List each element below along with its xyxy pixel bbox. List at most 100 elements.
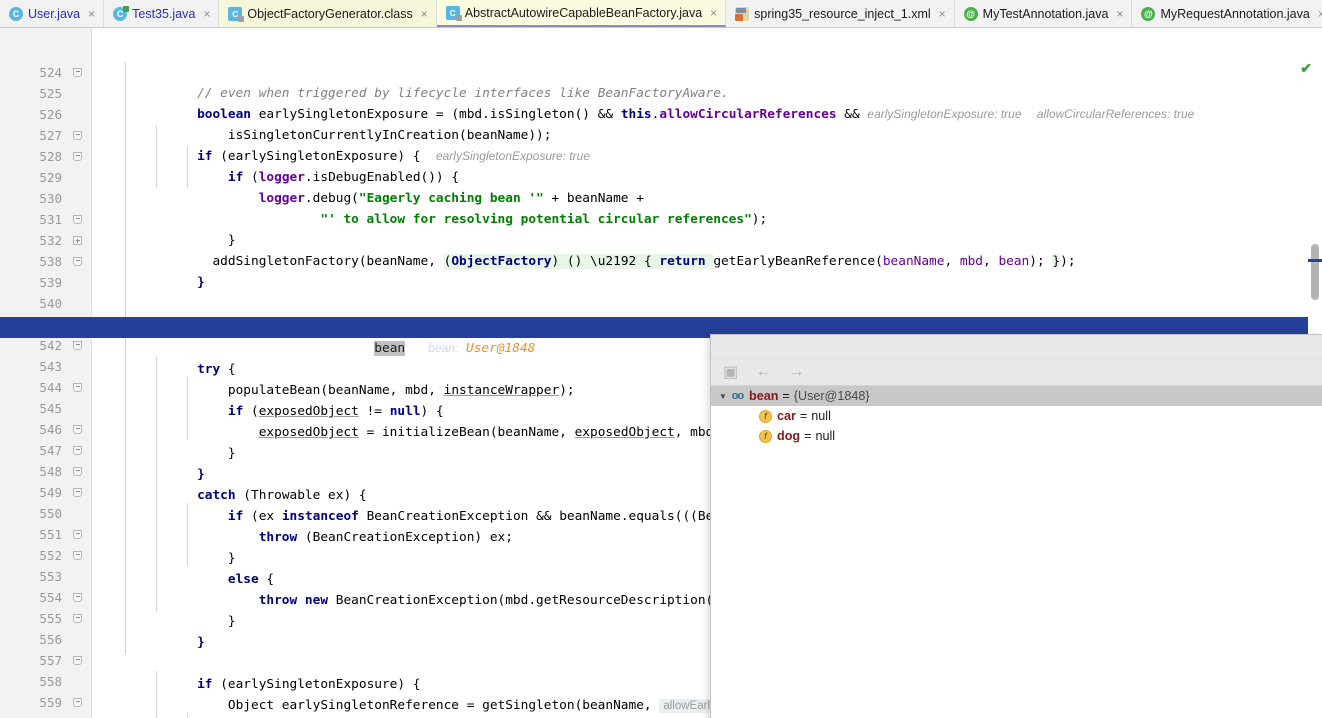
fold-marker-arrow[interactable] — [72, 214, 83, 225]
debug-equals-sign: = — [804, 429, 812, 443]
editor-tab-4[interactable]: spring35_resource_inject_1.xml × — [726, 0, 955, 27]
fold-marker-arrow[interactable] — [72, 613, 83, 624]
code-line: } — [227, 551, 236, 566]
editor-tab-0[interactable]: C User.java × — [0, 0, 105, 27]
code-line: else { — [227, 572, 275, 587]
debug-popup-toolbar[interactable]: ▣ ← → — [711, 359, 1322, 386]
fold-marker-arrow[interactable] — [72, 67, 83, 78]
code-keyword: } — [197, 275, 205, 290]
code-line-current: Object exposedObject = bean; bean: User@… — [197, 341, 536, 356]
editor-tab-3[interactable]: C AbstractAutowireCapableBeanFactory.java… — [436, 0, 727, 27]
code-line: populateBean(beanName, mbd, instanceWrap… — [227, 383, 575, 398]
editor-tab-1[interactable]: C Test35.java × — [104, 0, 220, 27]
fold-box — [73, 68, 82, 77]
editor-tab-5[interactable]: @ MyTestAnnotation.java × — [955, 0, 1133, 27]
fold-box — [73, 236, 82, 245]
fold-box — [73, 446, 82, 455]
fold-marker-arrow[interactable] — [72, 487, 83, 498]
code-line: exposedObject = initializeBean(beanName,… — [258, 425, 729, 440]
java-class-icon: C — [113, 5, 130, 21]
editor-tab-6[interactable]: @ MyRequestAnnotation.java × — [1132, 0, 1322, 27]
fold-marker-arrow[interactable] — [72, 592, 83, 603]
debug-variable-value: null — [811, 409, 831, 423]
debug-variable-name: dog — [777, 429, 801, 443]
back-arrow-icon[interactable]: ← — [755, 363, 772, 381]
java-classfile-icon: C — [228, 6, 245, 22]
line-number: 540 — [39, 296, 62, 311]
tab-close-icon[interactable]: × — [1116, 7, 1123, 21]
debug-variable-row[interactable]: f car = null — [711, 406, 1322, 426]
tab-label: spring35_resource_inject_1.xml — [754, 6, 931, 21]
code-line: if (earlySingletonExposure) { earlySingl… — [197, 149, 591, 164]
expander-triangle-icon[interactable]: ▼ — [719, 392, 730, 401]
lambda-highlight: (ObjectFactory) () \u2192 { — [443, 254, 660, 269]
debug-value-popup[interactable]: ▣ ← → ▼ oo bean = {User@1848} f car = null f dog = nul… — [710, 334, 1322, 718]
code-line: if (logger.isDebugEnabled()) { — [227, 170, 460, 185]
inlay-hint-value: User@1848 — [466, 341, 536, 356]
scrollbar-thumb[interactable] — [1311, 244, 1319, 300]
line-number: 529 — [39, 170, 62, 185]
fold-box — [73, 551, 82, 560]
inlay-hint-label: bean: — [428, 341, 459, 355]
code-local-var: exposedObject — [258, 425, 359, 440]
inlay-hint: earlySingletonExposure: true — [435, 149, 591, 163]
code-line: throw (BeanCreationException) ex; — [258, 530, 513, 545]
debug-variables-tree[interactable]: ▼ oo bean = {User@1848} f car = null f dog = null — [711, 386, 1322, 446]
code-editor[interactable]: 524 525 526 527 528 529 530 531 532 538 539 540 542 5… — [0, 28, 1322, 718]
fold-marker-arrow[interactable] — [72, 550, 83, 561]
fold-marker-arrow[interactable] — [72, 655, 83, 666]
code-local-var: instanceWrapper — [443, 383, 560, 398]
fold-marker-plus[interactable] — [72, 235, 83, 246]
debug-variable-name: bean — [749, 389, 779, 403]
editor-tab-2[interactable]: C ObjectFactoryGenerator.class × — [219, 0, 437, 27]
code-line: if (exposedObject != null) { — [227, 404, 444, 419]
forward-arrow-icon[interactable]: → — [788, 363, 805, 381]
editor-gutter[interactable]: 524 525 526 527 528 529 530 531 532 538 539 540 542 5… — [0, 28, 92, 718]
fold-box — [73, 425, 82, 434]
java-classfile-icon: C — [445, 5, 462, 21]
code-line: addSingletonFactory(beanName, (ObjectFac… — [212, 254, 1076, 269]
fold-marker-arrow[interactable] — [72, 151, 83, 162]
tab-close-icon[interactable]: × — [203, 7, 210, 21]
code-line: "' to allow for resolving potential circ… — [320, 212, 768, 227]
inspection-ok-check-icon[interactable]: ✔ — [1300, 60, 1312, 77]
fold-marker-arrow[interactable] — [72, 697, 83, 708]
tab-close-icon[interactable]: × — [710, 6, 717, 20]
code-line: } — [227, 614, 236, 629]
fold-marker-arrow[interactable] — [72, 424, 83, 435]
inlay-hint: earlySingletonExposure: true — [867, 107, 1022, 121]
fold-marker-arrow[interactable] — [72, 466, 83, 477]
field-icon: f — [758, 429, 773, 444]
code-line: } — [120, 251, 205, 290]
fold-marker-arrow[interactable] — [72, 130, 83, 141]
line-number: 539 — [39, 275, 62, 290]
line-number: 526 — [39, 107, 62, 122]
debug-variable-row[interactable]: f dog = null — [711, 426, 1322, 446]
fold-box — [73, 656, 82, 665]
set-value-icon[interactable]: ▣ — [722, 364, 739, 381]
fold-marker-arrow[interactable] — [72, 529, 83, 540]
debug-equals-sign: = — [782, 389, 790, 403]
tab-label: Test35.java — [132, 6, 196, 21]
object-badge: oo — [731, 390, 744, 402]
fold-marker-arrow[interactable] — [72, 382, 83, 393]
tab-close-icon[interactable]: × — [939, 7, 946, 21]
editor-tab-bar[interactable]: C User.java × C Test35.java × C ObjectFactoryGe… — [0, 0, 1322, 28]
fold-box — [73, 131, 82, 140]
fold-marker-arrow[interactable] — [72, 445, 83, 456]
tab-close-icon[interactable]: × — [1318, 7, 1322, 21]
line-number: 558 — [39, 674, 62, 689]
tab-close-icon[interactable]: × — [88, 7, 95, 21]
tab-label: MyTestAnnotation.java — [982, 6, 1109, 21]
fold-marker-arrow[interactable] — [72, 256, 83, 267]
fold-marker-arrow[interactable] — [72, 340, 83, 351]
fold-box — [73, 488, 82, 497]
debug-variable-row[interactable]: ▼ oo bean = {User@1848} — [711, 386, 1322, 406]
line-number: 553 — [39, 569, 62, 584]
java-class-icon: C — [9, 6, 23, 21]
tab-close-icon[interactable]: × — [421, 7, 428, 21]
fold-box — [73, 257, 82, 266]
line-number: 525 — [39, 86, 62, 101]
line-number: 545 — [39, 401, 62, 416]
editor-annotation-gutter — [92, 28, 120, 718]
